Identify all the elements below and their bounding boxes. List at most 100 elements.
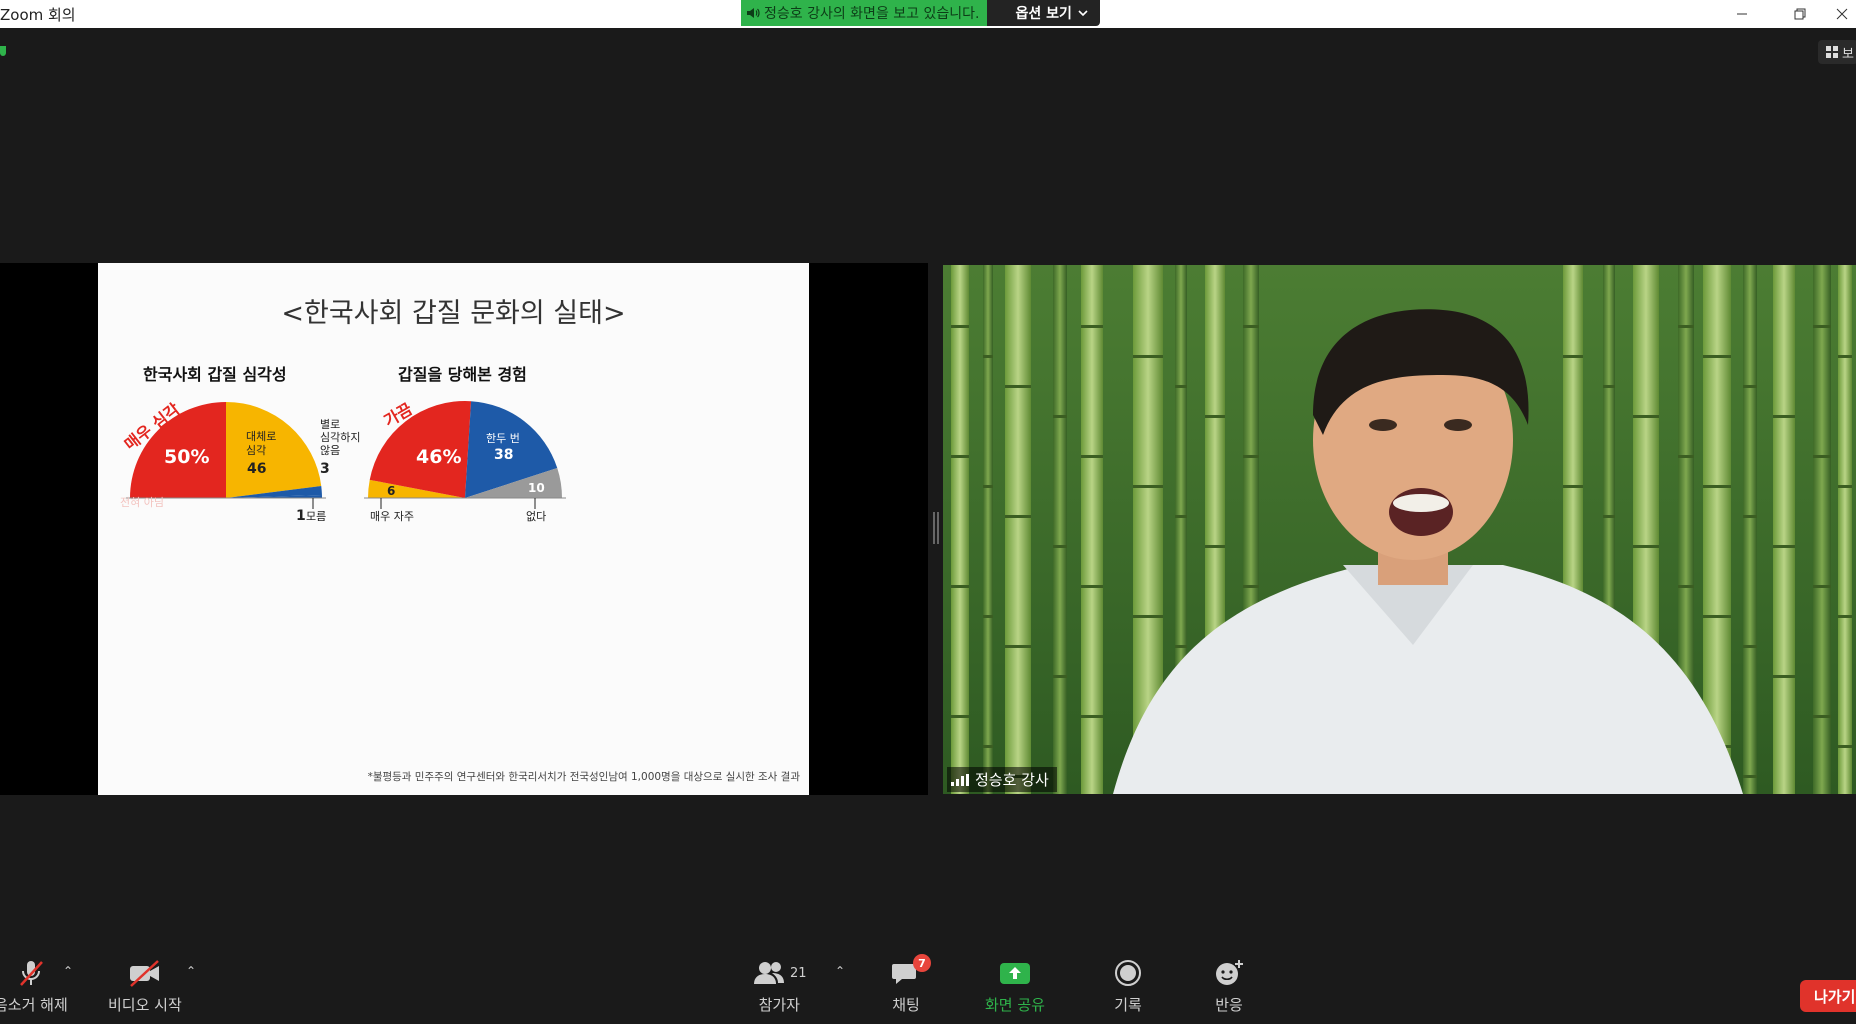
slide-footnote: *불평등과 민주주의 연구센터와 한국리서치가 전국성인남여 1,000명을 대… (367, 771, 800, 783)
bamboo-stalk (1813, 265, 1831, 794)
bamboo-node (1081, 455, 1103, 458)
participant-name: 정승호 강사 (975, 771, 1049, 789)
participants-button[interactable]: 21 참가자 (752, 958, 807, 1015)
bamboo-node (1743, 515, 1757, 518)
audio-options-caret[interactable]: ⌃ (63, 964, 73, 978)
chart1-value-notreally: 3 (320, 461, 330, 477)
bamboo-node (1081, 585, 1103, 588)
bamboo-node (983, 615, 993, 618)
record-icon (1114, 958, 1142, 988)
emoji-add-icon (1214, 958, 1244, 988)
video-off-icon (128, 958, 162, 988)
share-screen-icon (999, 958, 1031, 988)
minimize-button[interactable] (1722, 0, 1762, 28)
chart1-mid-label-2: 심각 (246, 444, 266, 457)
bamboo-node (1773, 545, 1795, 548)
bamboo-stalk (1743, 265, 1757, 794)
chart1: 매우 심각 전혀 아님 50% 대체로 심각 46 별로 심각하지 않음 3 1… (98, 263, 809, 799)
restore-button[interactable] (1780, 0, 1820, 28)
bamboo-node (951, 715, 969, 718)
unmute-label: 음소거 해제 (0, 996, 68, 1014)
shared-screen: <한국사회 갑질 문화의 실태> 한국사회 갑질 심각성 매우 심각 전혀 아님… (0, 263, 928, 795)
participants-options-caret[interactable]: ⌃ (835, 964, 845, 978)
signal-strength-icon (951, 773, 969, 786)
restore-icon (1794, 8, 1806, 20)
view-button[interactable]: 보 (1818, 40, 1856, 64)
chart1-value-mostly: 46 (247, 461, 266, 477)
bamboo-node (1838, 745, 1852, 748)
bamboo-stalk (1081, 265, 1103, 794)
speaker-icon (747, 8, 760, 18)
reactions-button[interactable]: 반응 (1214, 958, 1244, 1015)
share-banner: 정승호 강사의 화면을 보고 있습니다. 옵션 보기 (741, 0, 1100, 26)
bamboo-node (1563, 355, 1583, 358)
window-title: Zoom 회의 (0, 6, 76, 24)
bamboo-node (1175, 515, 1187, 518)
bamboo-node (1838, 355, 1852, 358)
chevron-down-icon (1078, 10, 1088, 17)
chart2-title: 갑질을 당해본 경험 (398, 365, 527, 384)
bamboo-node (1205, 545, 1225, 548)
grid-icon (1826, 46, 1838, 58)
bamboo-stalk (1773, 265, 1795, 794)
bamboo-node (1603, 515, 1615, 518)
bamboo-node (1813, 715, 1831, 718)
split-resize-handle[interactable] (933, 512, 939, 544)
bamboo-node (1703, 355, 1731, 358)
bamboo-node (1743, 645, 1757, 648)
bamboo-node (1005, 645, 1031, 648)
bamboo-node (1563, 485, 1583, 488)
bamboo-node (1053, 415, 1067, 418)
presentation-slide: <한국사회 갑질 문화의 실태> 한국사회 갑질 심각성 매우 심각 전혀 아님… (98, 263, 809, 795)
bamboo-node (1081, 325, 1103, 328)
chart1-value-unknown: 1 (296, 508, 306, 524)
bamboo-node (1678, 455, 1694, 458)
bamboo-node (1743, 775, 1757, 778)
bamboo-node (1743, 385, 1757, 388)
record-button[interactable]: 기록 (1114, 958, 1142, 1015)
chart1-hidden-label: 전혀 아님 (120, 496, 164, 509)
bamboo-node (1133, 355, 1163, 358)
bamboo-node (1678, 585, 1694, 588)
bamboo-node (983, 745, 993, 748)
close-button[interactable] (1836, 0, 1856, 28)
record-label: 기록 (1114, 996, 1142, 1014)
chart1-mid-label-1: 대체로 (246, 430, 276, 443)
bamboo-node (1813, 325, 1831, 328)
bamboo-node (1813, 455, 1831, 458)
bamboo-stalk (1053, 265, 1067, 794)
share-message: 정승호 강사의 화면을 보고 있습니다. (764, 6, 980, 22)
bamboo-node (983, 355, 993, 358)
video-options-caret[interactable]: ⌃ (186, 964, 196, 978)
bamboo-node (1133, 615, 1163, 618)
participant-video[interactable]: 정승호 강사 (943, 265, 1856, 794)
bamboo-node (1838, 485, 1852, 488)
muted-microphone-icon (16, 958, 46, 988)
bamboo-node (1703, 615, 1731, 618)
bamboo-node (1081, 715, 1103, 718)
view-options-label: 옵션 보기 (1015, 6, 1072, 22)
unmute-button[interactable]: 음소거 해제 (0, 958, 68, 1015)
bamboo-node (1133, 485, 1163, 488)
bamboo-node (1703, 485, 1731, 488)
participants-icon: 21 (752, 958, 807, 988)
chat-button[interactable]: 7 채팅 (891, 954, 931, 1015)
chart1-slice-1 (226, 402, 322, 498)
leave-meeting-button[interactable]: 나가기 (1800, 980, 1856, 1012)
chart1-side-label-3: 않음 (320, 444, 340, 457)
bamboo-node (951, 325, 969, 328)
participant-name-tag: 정승호 강사 (947, 767, 1057, 792)
share-screen-button[interactable]: 화면 공유 (985, 958, 1045, 1015)
reactions-label: 반응 (1215, 996, 1243, 1014)
close-icon (1836, 8, 1848, 20)
chat-icon: 7 (891, 954, 931, 988)
start-video-button[interactable]: 비디오 시작 (108, 958, 182, 1015)
chat-label: 채팅 (892, 996, 920, 1014)
share-screen-label: 화면 공유 (985, 996, 1045, 1014)
bamboo-node (983, 485, 993, 488)
participants-label: 참가자 (758, 996, 800, 1014)
bamboo-node (1603, 385, 1615, 388)
bamboo-node (1243, 585, 1259, 588)
view-options-button[interactable]: 옵션 보기 (987, 0, 1100, 26)
bamboo-node (1175, 645, 1187, 648)
